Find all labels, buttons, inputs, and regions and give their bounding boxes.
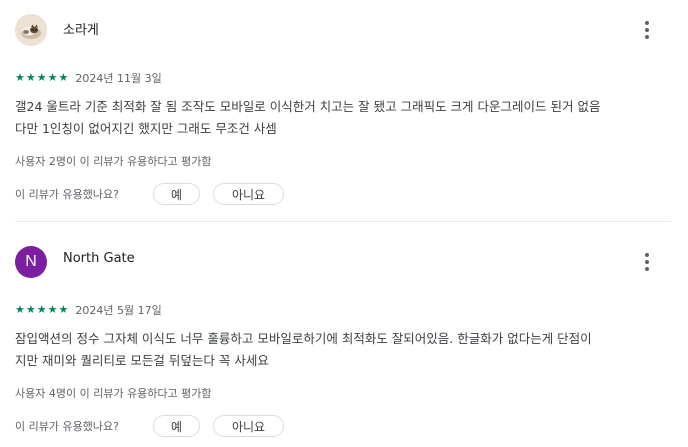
divider: [15, 221, 671, 222]
review-date: 2024년 11월 3일: [75, 72, 162, 85]
review-date: 2024년 5월 17일: [75, 304, 162, 317]
helpful-no-button[interactable]: 아니요: [213, 183, 284, 205]
review-text-line: 잠입액션의 정수 그자체 이식도 너무 훌륭하고 모바일로하기에 최적화도 잘되…: [15, 331, 592, 346]
helpful-count: 사용자 4명이 이 리뷰가 유용하다고 평가함: [15, 387, 212, 400]
star-icon: ★: [58, 71, 69, 84]
reviewer-avatar: [15, 14, 47, 46]
rating-row: ★ ★ ★ ★ ★ 2024년 11월 3일: [15, 70, 162, 86]
helpful-yes-button[interactable]: 예: [153, 415, 200, 437]
review-text-line: 지만 재미와 퀄리티로 모든걸 뒤덮는다 꼭 사세요: [15, 353, 269, 368]
review-text: 갤24 울트라 기준 최적화 잘 됨 조작도 모바일로 이식한거 치고는 잘 됐…: [15, 96, 675, 140]
review-text-line: 갤24 울트라 기준 최적화 잘 됨 조작도 모바일로 이식한거 치고는 잘 됐…: [15, 99, 601, 114]
helpful-no-button[interactable]: 아니요: [213, 415, 284, 437]
star-icon: ★: [15, 71, 25, 84]
helpful-question: 이 리뷰가 유용했나요?: [15, 188, 119, 201]
helpful-row: 이 리뷰가 유용했나요? 예 아니요: [15, 182, 284, 206]
more-options-button[interactable]: [636, 249, 658, 275]
star-icon: ★: [47, 71, 58, 84]
review-text: 잠입액션의 정수 그자체 이식도 너무 훌륭하고 모바일로하기에 최적화도 잘되…: [15, 328, 675, 372]
helpful-question: 이 리뷰가 유용했나요?: [15, 420, 119, 433]
star-rating: ★ ★ ★ ★ ★: [15, 304, 68, 316]
reviewer-avatar: N: [15, 246, 47, 278]
more-vert-icon: [645, 21, 649, 39]
helpful-yes-button[interactable]: 예: [153, 183, 200, 205]
review-text-line: 다만 1인칭이 없어지긴 했지만 그래도 무조건 사셈: [15, 121, 277, 136]
cat-photo-icon: [15, 14, 47, 46]
star-icon: ★: [58, 303, 69, 316]
helpful-row: 이 리뷰가 유용했나요? 예 아니요: [15, 414, 284, 438]
reviewer-name: 소라게: [63, 23, 99, 38]
star-icon: ★: [25, 303, 36, 316]
star-icon: ★: [15, 303, 25, 316]
reviewer-name: North Gate: [63, 251, 135, 266]
star-icon: ★: [25, 71, 36, 84]
helpful-count: 사용자 2명이 이 리뷰가 유용하다고 평가함: [15, 155, 212, 168]
more-vert-icon: [645, 253, 649, 271]
more-options-button[interactable]: [636, 17, 658, 43]
star-icon: ★: [36, 71, 47, 84]
rating-row: ★ ★ ★ ★ ★ 2024년 5월 17일: [15, 302, 162, 318]
star-icon: ★: [47, 303, 58, 316]
star-rating: ★ ★ ★ ★ ★: [15, 72, 68, 84]
star-icon: ★: [36, 303, 47, 316]
